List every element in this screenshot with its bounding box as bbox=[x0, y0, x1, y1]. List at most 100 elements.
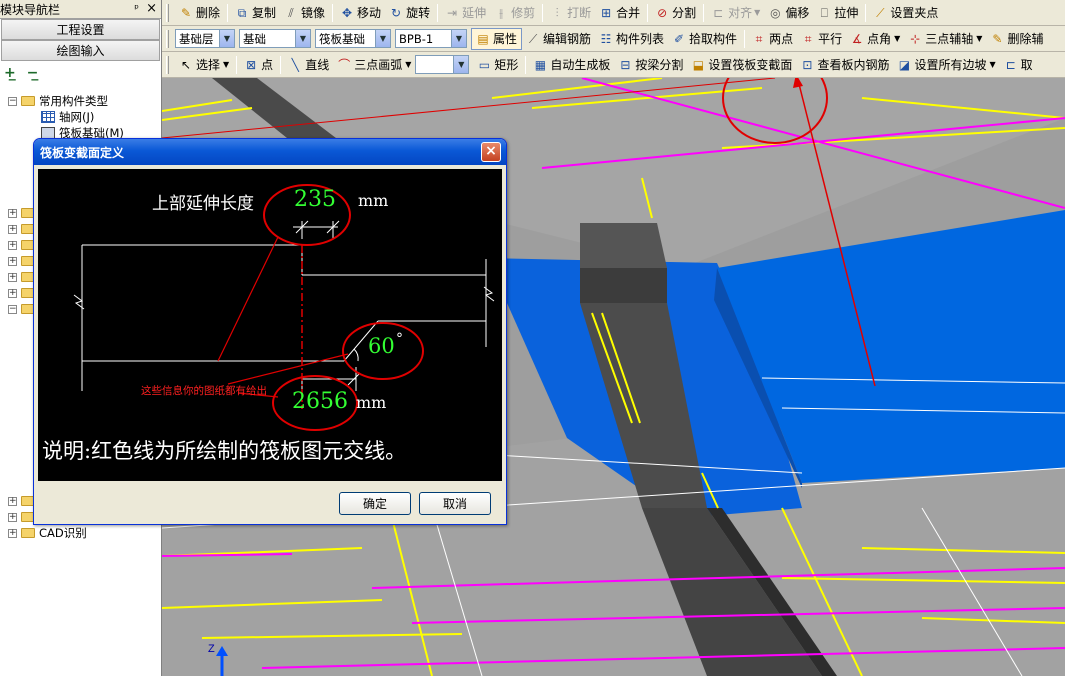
collapse-icon[interactable]: − bbox=[8, 304, 17, 314]
separator bbox=[703, 3, 705, 22]
pin-icon[interactable]: ᵖ bbox=[134, 2, 139, 15]
collapse-all-icon[interactable]: −̲ bbox=[27, 65, 39, 81]
category-select[interactable]: 基础 ▼ bbox=[239, 29, 311, 48]
mirror-button[interactable]: ⫽ 镜像 bbox=[280, 2, 329, 24]
type-value: 筏板基础 bbox=[319, 31, 365, 46]
name-value: BPB-1 bbox=[399, 31, 434, 46]
draw-mode-select[interactable]: ▼ bbox=[415, 55, 470, 74]
component-list-button[interactable]: ☷ 构件列表 bbox=[595, 28, 668, 50]
two-points-button[interactable]: ⌗ 两点 bbox=[748, 28, 797, 50]
set-grip-button[interactable]: ⟋ 设置夹点 bbox=[869, 2, 942, 24]
copy-button[interactable]: ⧉ 复制 bbox=[231, 2, 280, 24]
point-angle-button[interactable]: ∡ 点角 ▼ bbox=[846, 28, 904, 50]
slope-icon: ◪ bbox=[898, 57, 911, 72]
z-axis-label: Z bbox=[208, 643, 215, 655]
bottom-width-value[interactable]: 2656 bbox=[292, 389, 348, 414]
rotate-label: 旋转 bbox=[406, 6, 431, 20]
beam-front-face bbox=[580, 268, 667, 303]
parallel-icon: ⌗ bbox=[804, 31, 812, 46]
three-point-aux-label: 三点辅轴 bbox=[925, 32, 974, 46]
line-label: 直线 bbox=[305, 58, 330, 72]
extend-button[interactable]: ⇥ 延伸 bbox=[441, 2, 490, 24]
expand-all-icon[interactable]: +̲ bbox=[4, 65, 16, 81]
tree-item-cad[interactable]: + CAD识别 bbox=[8, 525, 87, 541]
arc-icon: ⌒ bbox=[338, 57, 351, 72]
chevron-down-icon: ▼ bbox=[453, 56, 469, 73]
expand-icon[interactable]: + bbox=[8, 288, 17, 298]
aux-axis-icon: ⊹ bbox=[910, 31, 921, 46]
toolbar-grip[interactable] bbox=[166, 55, 169, 74]
view-slab-rebar-label: 查看板内钢筋 bbox=[817, 58, 890, 72]
cancel-slope-button[interactable]: ⊏ 取 bbox=[1000, 54, 1037, 76]
upper-extension-value[interactable]: 235 bbox=[294, 187, 336, 212]
properties-button[interactable]: ▤ 属性 bbox=[471, 27, 523, 50]
type-select[interactable]: 筏板基础 ▼ bbox=[315, 29, 391, 48]
delete-button[interactable]: ✎ 删除 bbox=[175, 2, 224, 24]
expand-icon[interactable]: + bbox=[8, 528, 17, 538]
dropdown-arrow-icon: ▼ bbox=[976, 34, 983, 43]
extend-label: 延伸 bbox=[462, 6, 487, 20]
line-button[interactable]: ╲ 直线 bbox=[284, 54, 333, 76]
edit-rebar-label: 编辑钢筋 bbox=[543, 32, 592, 46]
view-rebar-icon: ⊡ bbox=[802, 57, 813, 72]
expand-icon[interactable]: + bbox=[8, 512, 17, 522]
point-button[interactable]: ⊠ 点 bbox=[240, 54, 277, 76]
three-point-aux-button[interactable]: ⊹ 三点辅轴 ▼ bbox=[904, 28, 986, 50]
view-slab-rebar-button[interactable]: ⊡ 查看板内钢筋 bbox=[796, 54, 893, 76]
merge-button[interactable]: ⊞ 合并 bbox=[595, 2, 644, 24]
offset-button[interactable]: ◎ 偏移 bbox=[764, 2, 813, 24]
move-button[interactable]: ✥ 移动 bbox=[336, 2, 385, 24]
floor-select[interactable]: 基础层 ▼ bbox=[175, 29, 235, 48]
delete-aux-button[interactable]: ✎ 删除辅 bbox=[986, 28, 1047, 50]
split-label: 分割 bbox=[672, 6, 697, 20]
expand-icon[interactable]: + bbox=[8, 240, 17, 250]
angle-value[interactable]: 60 bbox=[368, 334, 395, 358]
expand-icon[interactable]: + bbox=[8, 208, 17, 218]
tree-item-common[interactable]: − 常用构件类型 bbox=[8, 93, 124, 109]
component-tree: − 常用构件类型 轴网(J) 筏板基础(M) bbox=[8, 93, 124, 141]
break-button[interactable]: ⫶ 打断 bbox=[546, 2, 595, 24]
expand-icon[interactable]: + bbox=[8, 224, 17, 234]
set-all-slopes-button[interactable]: ◪ 设置所有边坡 ▼ bbox=[893, 54, 999, 76]
rotate-icon: ↻ bbox=[391, 5, 402, 20]
name-select[interactable]: BPB-1 ▼ bbox=[395, 29, 467, 48]
dialog-close-button[interactable]: × bbox=[481, 142, 501, 162]
align-label: 对齐 bbox=[728, 6, 753, 20]
rectangle-button[interactable]: ▭ 矩形 bbox=[473, 54, 522, 76]
dropdown-arrow-icon: ▼ bbox=[989, 60, 996, 69]
stretch-button[interactable]: ⎕ 拉伸 bbox=[813, 2, 862, 24]
drawing-input-button[interactable]: 绘图输入 bbox=[1, 40, 160, 61]
parallel-button[interactable]: ⌗ 平行 bbox=[797, 28, 846, 50]
copy-label: 复制 bbox=[252, 6, 277, 20]
auto-generate-slab-button[interactable]: ▦ 自动生成板 bbox=[529, 54, 614, 76]
cancel-button[interactable]: 取消 bbox=[419, 492, 491, 515]
tree-label: 常用构件类型 bbox=[39, 94, 108, 108]
align-button[interactable]: ⊏ 对齐 ▼ bbox=[707, 2, 764, 24]
select-button[interactable]: ↖ 选择 ▼ bbox=[175, 54, 233, 76]
tree-item-axis[interactable]: 轴网(J) bbox=[8, 109, 124, 125]
split-by-beam-button[interactable]: ⊟ 按梁分割 bbox=[614, 54, 687, 76]
three-point-arc-button[interactable]: ⌒ 三点画弧 ▼ bbox=[333, 54, 415, 76]
project-settings-button[interactable]: 工程设置 bbox=[1, 19, 160, 40]
dialog-title-bar[interactable]: 筏板变截面定义 × bbox=[34, 139, 506, 165]
pick-component-button[interactable]: ✐ 拾取构件 bbox=[668, 28, 741, 50]
set-variable-section-button[interactable]: ⬓ 设置筏板变截面 bbox=[687, 54, 796, 76]
select-label: 选择 bbox=[196, 58, 221, 72]
edit-rebar-button[interactable]: ⟋ 编辑钢筋 bbox=[522, 28, 595, 50]
expand-icon[interactable]: + bbox=[8, 272, 17, 282]
collapse-icon[interactable]: − bbox=[8, 96, 17, 106]
expand-icon[interactable]: + bbox=[8, 256, 17, 266]
expand-icon[interactable]: + bbox=[8, 496, 17, 506]
bottom-width-unit: mm bbox=[356, 393, 387, 412]
rotate-button[interactable]: ↻ 旋转 bbox=[385, 2, 434, 24]
toolbar-grip[interactable] bbox=[166, 3, 169, 22]
trim-button[interactable]: ⫲ 修剪 bbox=[490, 2, 539, 24]
folder-icon bbox=[21, 528, 35, 538]
ok-button[interactable]: 确定 bbox=[339, 492, 411, 515]
chevron-down-icon: ▼ bbox=[375, 30, 390, 47]
toolbar-grip[interactable] bbox=[166, 29, 169, 48]
split-button[interactable]: ⊘ 分割 bbox=[651, 2, 700, 24]
stretch-label: 拉伸 bbox=[834, 6, 859, 20]
dropdown-arrow-icon: ▼ bbox=[894, 34, 901, 43]
close-icon[interactable]: × bbox=[146, 1, 157, 16]
